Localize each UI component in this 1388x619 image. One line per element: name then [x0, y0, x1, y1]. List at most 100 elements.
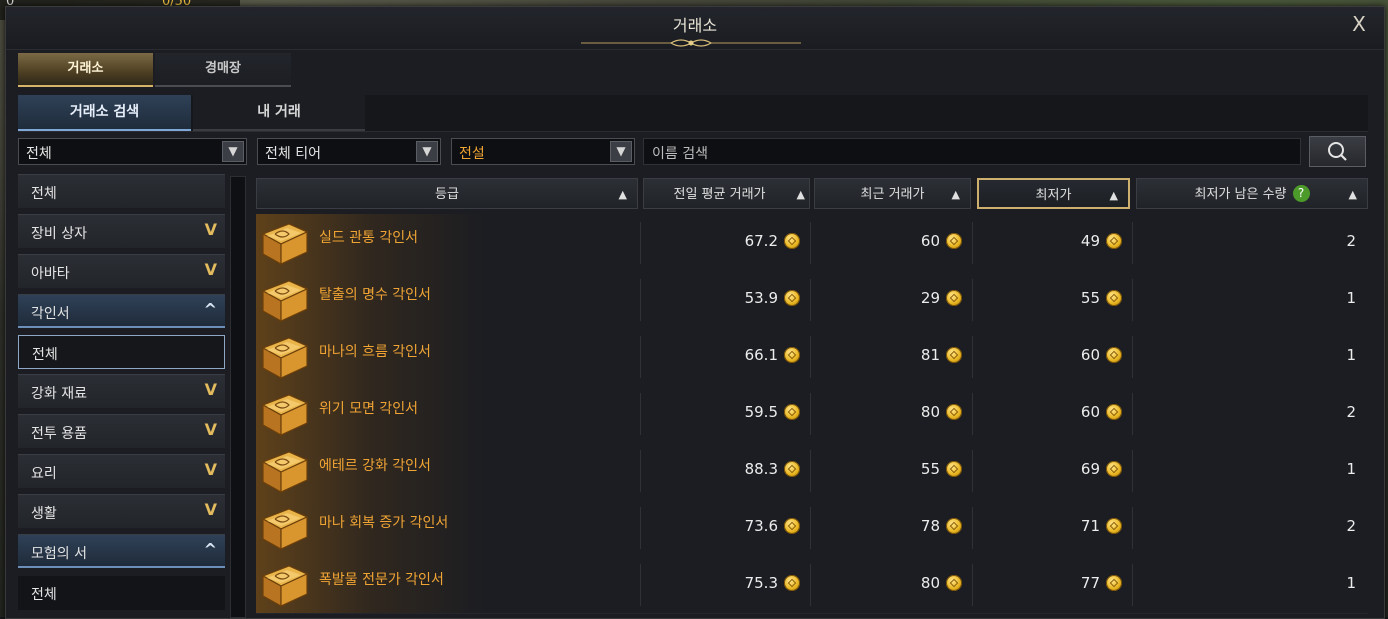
table-row[interactable]: 위기 모면 각인서 59.5 80 60 2 [256, 385, 1368, 443]
gold-coin-icon [1106, 518, 1122, 534]
table-row[interactable]: 탈출의 명수 각인서 53.9 29 55 1 [256, 271, 1368, 329]
recent-price-value: 81 [920, 346, 940, 364]
sort-asc-icon: ▲ [1348, 188, 1357, 201]
chevron-down-icon: ▼ [222, 141, 244, 162]
lowest-price-value: 71 [1080, 517, 1100, 535]
grade-select-value: 전설 [459, 146, 485, 162]
column-divider [972, 279, 973, 321]
window-titlebar[interactable]: 거래소 X [6, 7, 1384, 50]
avg-price-value: 53.9 [744, 289, 778, 307]
chevron-down-icon: ▼ [416, 141, 438, 162]
avg-price-value: 88.3 [744, 460, 778, 478]
sidebar-item-all[interactable]: 전체 [18, 174, 225, 208]
column-remaining-qty[interactable]: 최저가 남은 수량? ▲ [1136, 178, 1368, 209]
help-icon[interactable]: ? [1292, 185, 1310, 202]
sidebar-item-battle-items[interactable]: 전투 용품 V [18, 414, 225, 448]
category-sidebar: 전체 장비 상자 V 아바타 V 각인서 ^ 전체 강화 재료 V 전투 용품 … [18, 174, 226, 618]
sidebar-item-label: 전체 [32, 347, 58, 363]
sidebar-item-label: 각인서 [31, 306, 70, 322]
gold-coin-icon [784, 518, 800, 534]
remaining-qty-value: 2 [1346, 232, 1356, 250]
lowest-price-value: 55 [1080, 289, 1100, 307]
remaining-qty-value: 2 [1346, 403, 1356, 421]
recent-price-value: 80 [920, 403, 940, 421]
table-row[interactable]: 에테르 강화 각인서 88.3 55 69 1 [256, 442, 1368, 500]
name-search-input[interactable]: 이름 검색 [643, 138, 1301, 165]
column-divider [972, 336, 973, 378]
sub-tabs: 거래소 검색 내 거래 [18, 95, 1368, 132]
remaining-qty-value: 1 [1346, 574, 1356, 592]
sort-asc-icon: ▲ [1109, 189, 1118, 202]
column-divider [640, 279, 641, 321]
gold-coin-icon [1106, 290, 1122, 306]
sidebar-subitem-all-selected[interactable]: 전체 [18, 335, 225, 369]
tab-exchange-search[interactable]: 거래소 검색 [18, 95, 191, 131]
column-grade[interactable]: 등급 ▲ [256, 178, 638, 209]
gold-coin-icon [946, 290, 962, 306]
sidebar-subitem-all[interactable]: 전체 [18, 576, 225, 610]
gold-coin-icon [1106, 461, 1122, 477]
sidebar-item-avatar[interactable]: 아바타 V [18, 254, 225, 288]
chevron-down-icon: V [204, 220, 217, 239]
search-button[interactable] [1309, 136, 1366, 167]
gold-coin-icon [946, 461, 962, 477]
sidebar-item-label: 전체 [31, 587, 57, 603]
sidebar-item-label: 강화 재료 [31, 386, 87, 402]
item-name-cell [256, 271, 640, 328]
tab-auction[interactable]: 경매장 [155, 53, 291, 87]
gold-coin-icon [946, 347, 962, 363]
column-recent-price[interactable]: 최근 거래가 ▲ [814, 178, 971, 209]
column-divider [810, 450, 811, 492]
avg-price-value: 59.5 [744, 403, 778, 421]
column-divider [640, 222, 641, 264]
sidebar-scrollbar[interactable] [230, 176, 246, 618]
column-divider [1132, 507, 1133, 549]
tier-select[interactable]: 전체 티어 ▼ [257, 138, 441, 165]
avg-price-value: 66.1 [744, 346, 778, 364]
tab-my-trades[interactable]: 내 거래 [193, 95, 365, 131]
lowest-price-value: 49 [1080, 232, 1100, 250]
column-divider [972, 450, 973, 492]
column-label: 전일 평균 거래가 [673, 187, 766, 202]
sidebar-item-adventure-book[interactable]: 모험의 서 ^ [18, 534, 225, 568]
engraving-book-icon [259, 391, 309, 439]
table-row[interactable]: 폭발물 전문가 각인서 75.3 80 77 1 [256, 556, 1368, 614]
column-avg-price[interactable]: 전일 평균 거래가 ▲ [643, 178, 810, 209]
tab-exchange[interactable]: 거래소 [18, 53, 153, 87]
sidebar-item-cooking[interactable]: 요리 V [18, 454, 225, 488]
sidebar-item-equipment-box[interactable]: 장비 상자 V [18, 214, 225, 248]
column-divider [1132, 336, 1133, 378]
column-divider [1132, 393, 1133, 435]
gold-coin-icon [946, 518, 962, 534]
item-name-cell [256, 556, 640, 613]
sidebar-item-engraving-books[interactable]: 각인서 ^ [18, 294, 225, 328]
search-icon [1328, 142, 1347, 161]
table-row[interactable]: 마나의 흐름 각인서 66.1 81 60 1 [256, 328, 1368, 386]
sidebar-item-life[interactable]: 생활 V [18, 494, 225, 528]
recent-price-value: 60 [920, 232, 940, 250]
recent-price-value: 29 [920, 289, 940, 307]
close-icon[interactable]: X [1348, 13, 1370, 35]
column-divider [1132, 450, 1133, 492]
sidebar-item-label: 모험의 서 [31, 546, 87, 562]
sidebar-item-enhance-materials[interactable]: 강화 재료 V [18, 374, 225, 408]
sort-asc-icon: ▲ [951, 188, 960, 201]
sidebar-item-label: 생활 [31, 506, 57, 522]
item-name: 에테르 강화 각인서 [319, 458, 431, 474]
category-select[interactable]: 전체 ▼ [18, 138, 247, 165]
item-name: 폭발물 전문가 각인서 [319, 572, 444, 588]
gold-coin-icon [1106, 347, 1122, 363]
grade-select[interactable]: 전설 ▼ [451, 138, 635, 165]
table-row[interactable]: 실드 관통 각인서 67.2 60 49 2 [256, 214, 1368, 272]
exchange-window: 거래소 X 거래소 경매장 거래소 검색 내 거래 전체 ▼ 전체 티어 ▼ 전… [5, 6, 1385, 619]
item-name: 실드 관통 각인서 [319, 230, 419, 246]
column-divider [640, 564, 641, 606]
remaining-qty-value: 1 [1346, 289, 1356, 307]
item-name-cell [256, 442, 640, 499]
table-row[interactable]: 마나 회복 증가 각인서 73.6 78 71 2 [256, 499, 1368, 557]
column-divider [640, 450, 641, 492]
column-lowest-price[interactable]: 최저가 ▲ [977, 178, 1130, 209]
engraving-book-icon [259, 334, 309, 382]
chevron-down-icon: V [204, 500, 217, 519]
avg-price-value: 75.3 [744, 574, 778, 592]
